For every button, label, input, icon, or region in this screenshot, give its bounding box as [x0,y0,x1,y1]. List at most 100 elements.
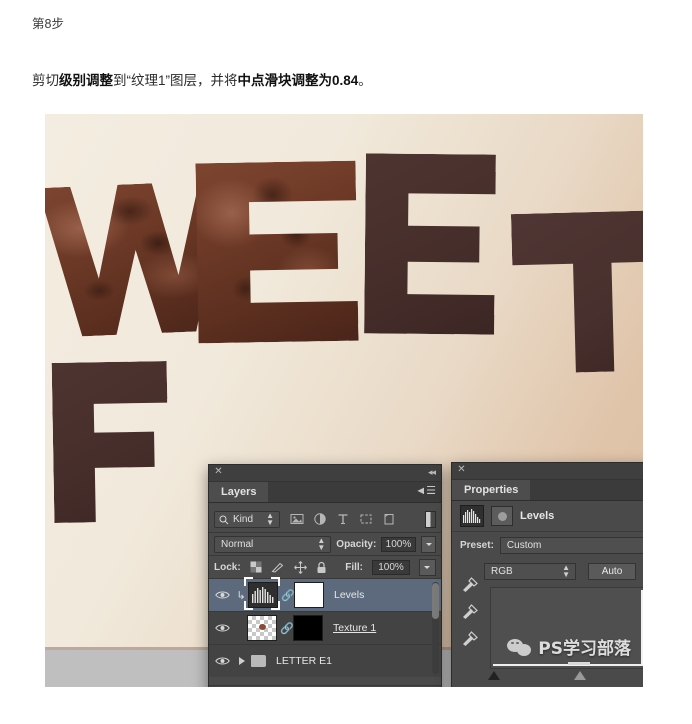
adjustment-mask-icon[interactable] [491,506,513,526]
set-black-point-eyedropper-icon[interactable] [460,575,480,593]
instruction-middle: 到“纹理1”图层，并将 [113,73,238,88]
histogram-white-spike [641,590,643,666]
properties-tabstrip: Properties ◄☰ [452,480,643,501]
instruction-prefix: 剪切 [32,73,59,88]
levels-histogram-glyph [463,509,481,523]
folder-icon [251,655,266,667]
fill-dropdown-icon[interactable] [419,558,436,576]
lock-all-padlock-icon[interactable] [316,561,327,574]
close-icon[interactable]: ✕ [214,467,223,477]
set-white-point-eyedropper-icon[interactable] [460,629,480,647]
table-row[interactable]: LETTER E1 [209,645,441,677]
lock-row: Lock: Fill: 100% [209,556,441,578]
search-icon [219,515,229,524]
filter-kind-dropdown[interactable]: Kind ▲ ▼ [214,510,280,528]
step-label: 第8步 [32,17,64,31]
lock-label: Lock: [214,561,241,573]
channel-dropdown[interactable]: RGB ▲ ▼ [484,562,576,580]
layer-visibility-toggle[interactable] [209,623,235,633]
layer-name[interactable]: Texture 1 [333,622,376,634]
instruction-bold-levels: 级别调整 [59,73,113,88]
histogram-peak [567,662,590,665]
instruction-bold-value: 0.84 [332,73,359,88]
close-icon[interactable]: ✕ [457,465,466,475]
link-mask-icon[interactable]: 🔗 [281,589,295,602]
table-row[interactable]: 🔗 Texture 1 [209,612,441,645]
layers-tabstrip: Layers ◄☰ [209,482,441,503]
preset-value: Custom [506,539,542,551]
chocolate-letter-e [195,161,358,344]
fill-label: Fill: [345,561,363,573]
panel-menu-icon[interactable]: ◄☰ [415,485,436,498]
chocolate-letter-n [52,361,170,523]
layer-mask-thumbnail[interactable] [294,582,324,608]
tab-layers[interactable]: Layers [209,482,269,502]
chevron-updown-icon: ▲ ▼ [562,563,570,579]
layer-name[interactable]: Levels [334,589,364,601]
channel-value: RGB [491,565,513,577]
blend-mode-dropdown[interactable]: Normal ▲ ▼ [214,535,332,553]
layer-visibility-toggle[interactable] [209,590,235,600]
watermark: PS学习部落 [507,634,631,659]
chevron-updown-icon: ▲ ▼ [317,536,326,552]
adjustment-thumbnail[interactable] [248,582,278,608]
instruction-bold-midpoint: 中点滑块调整为 [237,73,333,88]
expand-group-icon[interactable] [239,657,245,665]
table-row[interactable]: ↳ 🔗 Levels [209,577,441,612]
smartobject-filter-icon[interactable] [382,512,396,526]
preset-dropdown[interactable]: Custom ▲▼ [499,536,643,554]
layers-panel: ✕ ◂◂ Layers ◄☰ Kind ▲ ▼ Normal ▲ ▼ Opaci… [208,464,442,687]
layer-name[interactable]: LETTER E1 [276,655,332,667]
opacity-dropdown-icon[interactable] [420,535,436,553]
lock-transparent-pixels-icon[interactable] [250,561,262,573]
collapse-panel-icon[interactable]: ◂◂ [428,467,436,477]
lock-image-pixels-brush-icon[interactable] [271,561,285,573]
thumbnail-content [259,624,266,630]
properties-panel-titlebar: ✕ ◂◂ [452,463,643,480]
chevron-updown-icon: ▲ ▼ [266,511,274,527]
opacity-label: Opacity: [336,538,377,550]
layer-visibility-toggle[interactable] [209,656,235,666]
gamma-input-slider[interactable] [574,671,586,680]
filter-enable-toggle[interactable] [425,510,436,528]
blend-mode-row: Normal ▲ ▼ Opacity: 100% [209,533,441,555]
eye-icon [214,591,230,599]
watermark-text: PS学习部落 [538,639,631,659]
link-mask-icon[interactable]: 🔗 [280,622,294,635]
preset-row: Preset: Custom ▲▼ [452,532,643,558]
layers-scrollbar-thumb[interactable] [432,583,439,619]
layers-panel-titlebar: ✕ ◂◂ [209,465,441,482]
layer-list: ↳ 🔗 Levels 🔗 Texture 1 LETTER E1 [209,577,441,677]
type-filter-icon[interactable] [336,512,350,526]
channel-row: RGB ▲ ▼ Auto [452,558,643,584]
wechat-logo-icon [507,636,533,658]
lock-position-move-icon[interactable] [293,560,307,574]
eye-icon [214,657,230,665]
tab-properties[interactable]: Properties [452,480,531,500]
adjustment-header: Levels [452,501,643,532]
article-text: 第8步 剪切级别调整到“纹理1”图层，并将中点滑块调整为0.84。 [32,14,652,92]
pixel-filter-icon[interactable] [290,512,304,526]
auto-button[interactable]: Auto [588,562,636,580]
shape-filter-icon[interactable] [359,512,373,526]
levels-histogram-icon [252,587,274,603]
filter-kind-label: Kind [233,513,254,525]
layer-filter-row: Kind ▲ ▼ [209,503,441,532]
layer-thumbnail[interactable] [247,615,277,641]
input-levels-sliders [488,671,643,683]
black-input-slider[interactable] [488,671,500,680]
layers-panel-footer: fx [209,685,441,687]
adjustment-title: Levels [520,510,555,522]
eye-icon [214,624,230,632]
tutorial-screenshot: ✕ ◂◂ Layers ◄☰ Kind ▲ ▼ Normal ▲ ▼ Opaci… [45,114,643,687]
clipping-mask-icon: ↳ [236,589,246,602]
layer-mask-thumbnail[interactable] [293,615,323,641]
set-gray-point-eyedropper-icon[interactable] [460,602,480,620]
fill-value[interactable]: 100% [372,559,410,575]
adjustment-filter-icon[interactable] [313,512,327,526]
instruction-suffix: 。 [358,73,372,88]
opacity-value[interactable]: 100% [381,536,416,552]
step-instruction: 剪切级别调整到“纹理1”图层，并将中点滑块调整为0.84。 [32,70,652,92]
chocolate-letter-l [364,153,496,334]
levels-histogram-icon [460,505,484,527]
